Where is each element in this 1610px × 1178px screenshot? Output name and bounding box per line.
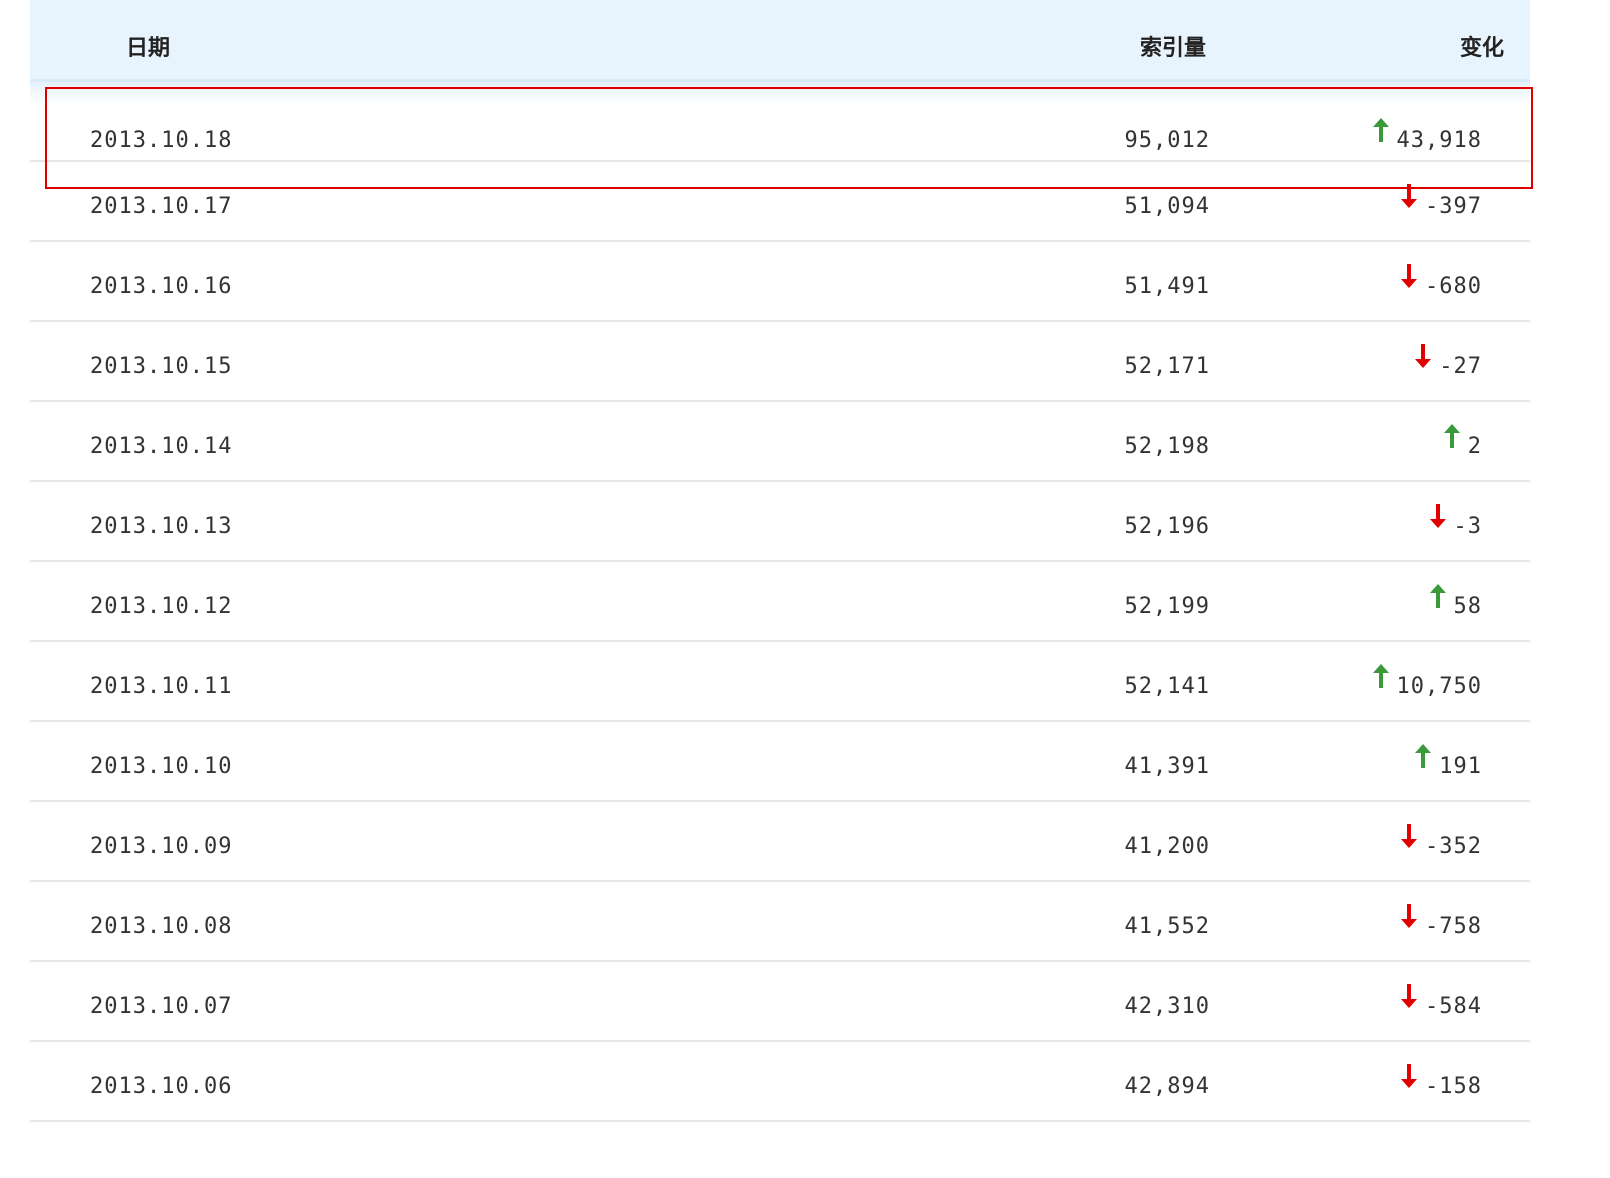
arrow-down-icon bbox=[1399, 262, 1419, 292]
row-change-value: -352 bbox=[1425, 834, 1482, 859]
arrow-down-icon bbox=[1399, 982, 1419, 1012]
row-change-value: -397 bbox=[1425, 194, 1482, 219]
row-date: 2013.10.18 bbox=[90, 128, 233, 153]
row-index-volume: 52,141 bbox=[1124, 674, 1210, 699]
table-row: 2013.10.10 41,391 191 bbox=[30, 722, 1530, 802]
table-row: 2013.10.06 42,894 -158 bbox=[30, 1042, 1530, 1122]
row-change-value: -158 bbox=[1425, 1074, 1482, 1099]
row-index-volume: 52,196 bbox=[1124, 514, 1210, 539]
table-row: 2013.10.07 42,310 -584 bbox=[30, 962, 1530, 1042]
row-change: 43,918 bbox=[1371, 118, 1482, 156]
header-change: 变化 bbox=[1459, 36, 1504, 61]
row-index-volume: 95,012 bbox=[1124, 128, 1210, 153]
row-index-volume: 51,491 bbox=[1124, 274, 1210, 299]
table-header: 日期 索引量 变化 bbox=[30, 0, 1530, 82]
header-index-volume: 索引量 bbox=[1139, 36, 1206, 61]
row-change: -397 bbox=[1399, 184, 1482, 222]
row-change: -27 bbox=[1413, 344, 1482, 382]
row-change: 191 bbox=[1413, 744, 1482, 782]
arrow-down-icon bbox=[1399, 902, 1419, 932]
index-volume-table: 日期 索引量 变化 2013.10.18 95,012 43,918 2013.10.… bbox=[30, 0, 1530, 1122]
row-date: 2013.10.13 bbox=[90, 514, 233, 539]
row-date: 2013.10.11 bbox=[90, 674, 233, 699]
arrow-down-icon bbox=[1399, 822, 1419, 852]
row-date: 2013.10.17 bbox=[90, 194, 233, 219]
table-row: 2013.10.11 52,141 10,750 bbox=[30, 642, 1530, 722]
table-row: 2013.10.17 51,094 -397 bbox=[30, 162, 1530, 242]
row-change-value: -27 bbox=[1439, 354, 1482, 379]
row-index-volume: 41,200 bbox=[1124, 834, 1210, 859]
arrow-up-icon bbox=[1371, 662, 1391, 692]
table-row: 2013.10.18 95,012 43,918 bbox=[30, 82, 1530, 162]
row-index-volume: 41,391 bbox=[1124, 754, 1210, 779]
row-change-value: -3 bbox=[1453, 514, 1482, 539]
row-date: 2013.10.07 bbox=[90, 994, 233, 1019]
row-change-value: 10,750 bbox=[1396, 674, 1482, 699]
row-index-volume: 42,894 bbox=[1124, 1074, 1210, 1099]
row-date: 2013.10.15 bbox=[90, 354, 233, 379]
row-index-volume: 51,094 bbox=[1124, 194, 1210, 219]
row-change-value: -758 bbox=[1425, 914, 1482, 939]
row-date: 2013.10.10 bbox=[90, 754, 233, 779]
row-change-value: -680 bbox=[1425, 274, 1482, 299]
row-index-volume: 52,198 bbox=[1124, 434, 1210, 459]
arrow-up-icon bbox=[1371, 116, 1391, 146]
row-index-volume: 41,552 bbox=[1124, 914, 1210, 939]
row-date: 2013.10.14 bbox=[90, 434, 233, 459]
table-body: 2013.10.18 95,012 43,918 2013.10.17 51,094 -3… bbox=[30, 82, 1530, 1122]
header-date: 日期 bbox=[126, 36, 171, 61]
table-row: 2013.10.12 52,199 58 bbox=[30, 562, 1530, 642]
row-index-volume: 42,310 bbox=[1124, 994, 1210, 1019]
row-change: -158 bbox=[1399, 1064, 1482, 1102]
row-change-value: 191 bbox=[1439, 754, 1482, 779]
arrow-down-icon bbox=[1413, 342, 1433, 372]
table-row: 2013.10.16 51,491 -680 bbox=[30, 242, 1530, 322]
row-index-volume: 52,199 bbox=[1124, 594, 1210, 619]
row-change-value: -584 bbox=[1425, 994, 1482, 1019]
arrow-down-icon bbox=[1399, 1062, 1419, 1092]
row-date: 2013.10.16 bbox=[90, 274, 233, 299]
table-row: 2013.10.14 52,198 2 bbox=[30, 402, 1530, 482]
row-date: 2013.10.09 bbox=[90, 834, 233, 859]
row-change: -680 bbox=[1399, 264, 1482, 302]
arrow-down-icon bbox=[1428, 502, 1448, 532]
table-row: 2013.10.09 41,200 -352 bbox=[30, 802, 1530, 882]
arrow-down-icon bbox=[1399, 182, 1419, 212]
row-change: -352 bbox=[1399, 824, 1482, 862]
row-date: 2013.10.08 bbox=[90, 914, 233, 939]
row-change: -3 bbox=[1428, 504, 1483, 542]
row-change-value: 43,918 bbox=[1396, 128, 1482, 153]
row-change: 2 bbox=[1442, 424, 1482, 462]
row-change: 58 bbox=[1428, 584, 1483, 622]
arrow-up-icon bbox=[1428, 582, 1448, 612]
row-change: -758 bbox=[1399, 904, 1482, 942]
row-change: -584 bbox=[1399, 984, 1482, 1022]
row-date: 2013.10.06 bbox=[90, 1074, 233, 1099]
table-row: 2013.10.13 52,196 -3 bbox=[30, 482, 1530, 562]
row-date: 2013.10.12 bbox=[90, 594, 233, 619]
arrow-up-icon bbox=[1442, 422, 1462, 452]
table-row: 2013.10.08 41,552 -758 bbox=[30, 882, 1530, 962]
table-row: 2013.10.15 52,171 -27 bbox=[30, 322, 1530, 402]
index-volume-page: 日期 索引量 变化 2013.10.18 95,012 43,918 2013.10.… bbox=[0, 0, 1610, 1178]
arrow-up-icon bbox=[1413, 742, 1433, 772]
row-change: 10,750 bbox=[1371, 664, 1482, 702]
row-change-value: 58 bbox=[1453, 594, 1482, 619]
row-change-value: 2 bbox=[1467, 434, 1482, 459]
row-index-volume: 52,171 bbox=[1124, 354, 1210, 379]
